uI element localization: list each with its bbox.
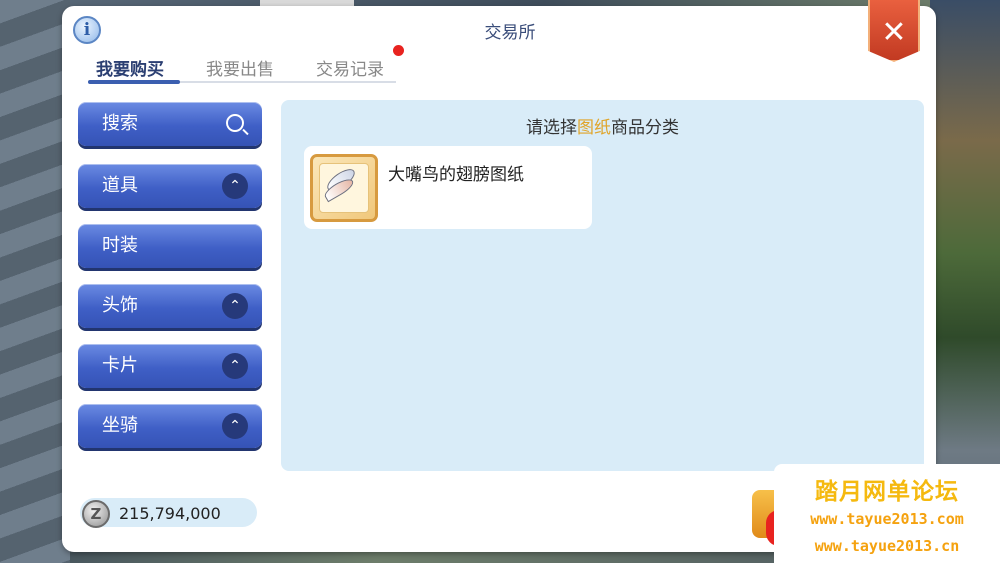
chevron-up-icon[interactable]: ⌃ bbox=[222, 173, 248, 199]
wallet-amount: 215,794,000 bbox=[119, 504, 221, 523]
watermark-title: 踏月网单论坛 bbox=[815, 479, 959, 505]
sidebar-item-mounts[interactable]: 坐骑 ⌃ bbox=[78, 404, 262, 448]
info-icon[interactable]: i bbox=[73, 16, 101, 44]
category-highlight: 图纸 bbox=[577, 118, 611, 138]
tab-sell[interactable]: 我要出售 bbox=[206, 55, 274, 80]
sidebar-item-label: 头饰 bbox=[102, 295, 138, 316]
sidebar-item-label: 道具 bbox=[102, 175, 138, 196]
sidebar-item-headwear[interactable]: 头饰 ⌃ bbox=[78, 284, 262, 328]
close-button[interactable]: ✕ bbox=[868, 0, 920, 62]
chevron-up-icon[interactable]: ⌃ bbox=[222, 413, 248, 439]
chevron-up-icon[interactable]: ⌃ bbox=[222, 353, 248, 379]
chevron-up-icon[interactable]: ⌃ bbox=[222, 293, 248, 319]
sidebar-item-props[interactable]: 道具 ⌃ bbox=[78, 164, 262, 208]
notification-dot bbox=[393, 45, 404, 56]
active-tab-indicator bbox=[88, 80, 180, 84]
sidebar-item-label: 搜索 bbox=[102, 113, 138, 134]
sidebar-item-label: 卡片 bbox=[102, 355, 138, 376]
watermark-url-com: www.tayue2013.com bbox=[810, 510, 964, 528]
zeny-coin-icon: Z bbox=[82, 500, 110, 528]
wing-blueprint-icon[interactable] bbox=[310, 154, 378, 222]
window-title: 交易所 bbox=[484, 23, 536, 43]
item-name: 大嘴鸟的翅膀图纸 bbox=[388, 165, 524, 185]
watermark-url-cn: www.tayue2013.cn bbox=[814, 537, 960, 555]
sidebar-item-search[interactable]: 搜索 bbox=[78, 102, 262, 146]
tab-buy[interactable]: 我要购买 bbox=[96, 55, 164, 80]
category-prompt: 请选择图纸商品分类 bbox=[526, 118, 679, 138]
sidebar-item-label: 时装 bbox=[102, 235, 138, 256]
sidebar-item-cards[interactable]: 卡片 ⌃ bbox=[78, 344, 262, 388]
search-icon bbox=[226, 114, 244, 132]
sidebar-item-fashion[interactable]: 时装 bbox=[78, 224, 262, 268]
tab-trade-history[interactable]: 交易记录 bbox=[316, 55, 384, 80]
sidebar-item-label: 坐骑 bbox=[102, 415, 138, 436]
background-scene-left bbox=[0, 0, 70, 563]
